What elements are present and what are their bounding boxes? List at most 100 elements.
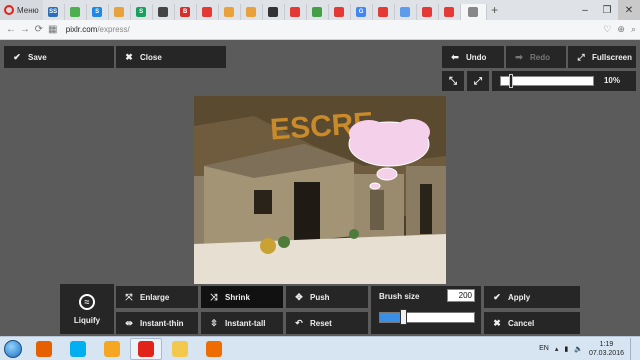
close-button[interactable]: ✖ Close xyxy=(116,46,226,68)
close-window-icon[interactable]: ✕ xyxy=(618,0,640,20)
zoom-panel: 10% xyxy=(492,71,636,91)
restore-icon[interactable]: ❐ xyxy=(596,0,618,20)
taskbar: EN ▴ ▮ 🔈 1:19 07.03.2016 xyxy=(0,336,640,360)
taskbar-app[interactable] xyxy=(62,338,94,360)
back-icon[interactable]: ← xyxy=(4,24,18,35)
youtube-favicon xyxy=(422,7,433,17)
zoom-fit-button[interactable]: ⤢ xyxy=(467,71,489,91)
shrink-icon: ⤨ xyxy=(210,291,218,302)
save-button[interactable]: ✔ Save xyxy=(4,46,114,68)
cancel-label: Cancel xyxy=(508,318,535,328)
apply-button[interactable]: ✔ Apply xyxy=(484,286,580,308)
browser-tab[interactable] xyxy=(329,4,351,20)
opera-icon xyxy=(138,340,154,357)
taskbar-app[interactable] xyxy=(164,338,196,360)
browser-tab[interactable] xyxy=(219,4,241,20)
browser-tab[interactable]: G xyxy=(351,4,373,20)
browser-tab[interactable]: S xyxy=(131,4,153,20)
browser-tab[interactable] xyxy=(241,4,263,20)
browser-tab[interactable] xyxy=(395,4,417,20)
taskbar-app[interactable] xyxy=(130,337,162,360)
save-label: Save xyxy=(28,52,47,62)
browser-tab[interactable] xyxy=(153,4,175,20)
browser-tab[interactable] xyxy=(65,4,87,20)
clock[interactable]: 1:19 07.03.2016 xyxy=(589,340,624,358)
liquify-tool-button[interactable]: ≈ Liquify xyxy=(60,284,114,334)
search-icon[interactable]: ⌕ xyxy=(631,24,636,35)
browser-tab[interactable] xyxy=(197,4,219,20)
image-favicon xyxy=(312,7,323,17)
cart-favicon xyxy=(224,7,235,17)
enlarge-button[interactable]: ⤧ Enlarge xyxy=(116,286,198,308)
instant-tall-button[interactable]: ⇳ Instant-tall xyxy=(201,312,283,334)
taskbar-app[interactable] xyxy=(198,338,230,360)
start-button[interactable] xyxy=(0,338,26,360)
brush-size-slider-track[interactable] xyxy=(379,312,475,323)
bird-favicon xyxy=(158,7,169,17)
enlarge-label: Enlarge xyxy=(140,292,170,302)
new-tab-button[interactable]: + xyxy=(487,3,503,17)
language-indicator[interactable]: EN xyxy=(539,345,549,352)
reset-button[interactable]: ↶ Reset xyxy=(286,312,368,334)
ss-favicon: SS xyxy=(48,7,59,17)
browser-tab[interactable] xyxy=(109,4,131,20)
volume-icon[interactable]: 🔈 xyxy=(574,345,583,353)
minimize-icon[interactable]: – xyxy=(574,0,596,20)
zoom-out-button[interactable]: ⤡ xyxy=(442,71,464,91)
brush-size-input[interactable]: 200 xyxy=(447,289,475,302)
check-icon: ✔ xyxy=(493,291,501,302)
arrow-right-icon: ➡ xyxy=(515,51,523,62)
media-icon xyxy=(206,340,222,357)
tray-arrow-icon[interactable]: ▴ xyxy=(555,345,559,353)
redo-button[interactable]: ➡ Redo xyxy=(506,46,566,68)
browser-tab[interactable]: SS xyxy=(43,4,65,20)
pixlr-editor: ✔ Save ✖ Close ⬅ Undo ➡ Redo ⤢ Fullscree… xyxy=(0,40,640,336)
url-field[interactable]: pixlr.com/express/ xyxy=(66,25,604,34)
push-button[interactable]: ✥ Push xyxy=(286,286,368,308)
forward-icon[interactable]: → xyxy=(18,24,32,35)
instant-tall-icon: ⇳ xyxy=(210,317,218,328)
zoom-slider-track[interactable] xyxy=(500,76,594,86)
reload-icon[interactable]: ⟳ xyxy=(32,24,46,35)
browser-menu-label: Меню xyxy=(17,5,39,15)
network-icon[interactable]: ▮ xyxy=(564,345,568,353)
page-favicon xyxy=(468,7,479,17)
photo-image: ESCRE xyxy=(194,96,446,284)
photo-canvas[interactable]: ESCRE xyxy=(194,96,446,284)
browser-tab[interactable]: S xyxy=(87,4,109,20)
instant-thin-button[interactable]: ⇹ Instant-thin xyxy=(116,312,198,334)
instant-thin-icon: ⇹ xyxy=(125,317,133,328)
heart-icon[interactable]: ♡ xyxy=(603,24,611,35)
brush-size-slider-thumb[interactable] xyxy=(400,309,408,325)
zoom-slider-thumb[interactable] xyxy=(509,74,513,88)
zoom-out-icon: ⤡ xyxy=(449,75,457,87)
fullscreen-button[interactable]: ⤢ Fullscreen xyxy=(568,46,636,68)
google-favicon: G xyxy=(356,7,367,17)
url-host: pixlr.com xyxy=(65,25,98,34)
show-desktop-button[interactable] xyxy=(630,337,636,360)
speed-dial-icon[interactable]: ▦ xyxy=(46,24,60,35)
folder-icon xyxy=(172,340,188,357)
url-path: /express/ xyxy=(97,25,130,34)
close-icon: ✖ xyxy=(493,317,501,328)
browser-tab[interactable]: B xyxy=(175,4,197,20)
youtube-favicon xyxy=(444,7,455,17)
undo-button[interactable]: ⬅ Undo xyxy=(442,46,504,68)
browser-tab[interactable] xyxy=(460,4,487,20)
shrink-button[interactable]: ⤨ Shrink xyxy=(201,286,283,308)
taskbar-app[interactable] xyxy=(28,338,60,360)
browser-tab[interactable] xyxy=(439,4,461,20)
instant-thin-label: Instant-thin xyxy=(140,318,184,328)
browser-tab[interactable] xyxy=(417,4,439,20)
browser-menu-button[interactable]: Меню xyxy=(0,0,43,20)
browser-tab[interactable] xyxy=(263,4,285,20)
cancel-button[interactable]: ✖ Cancel xyxy=(484,312,580,334)
browser-tab[interactable] xyxy=(285,4,307,20)
opera-logo-icon xyxy=(4,5,14,15)
firefox-icon xyxy=(36,340,52,357)
taskbar-app[interactable] xyxy=(96,338,128,360)
browser-tab[interactable] xyxy=(373,4,395,20)
skype-icon xyxy=(70,340,86,357)
browser-tab[interactable] xyxy=(307,4,329,20)
download-icon[interactable]: ⊕ xyxy=(617,24,625,35)
